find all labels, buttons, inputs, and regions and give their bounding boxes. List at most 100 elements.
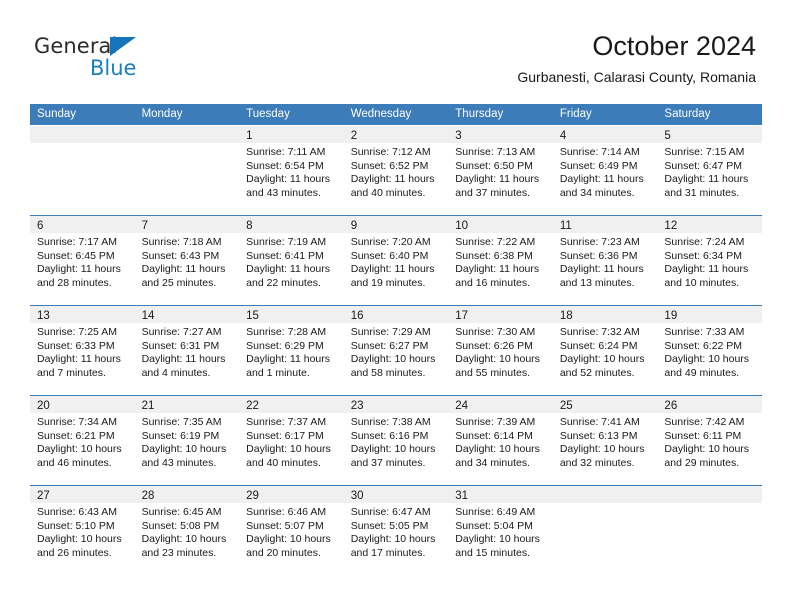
daylight-duration-line1: Daylight: 10 hours (37, 443, 122, 456)
daylight-duration-line1: Daylight: 10 hours (246, 533, 331, 546)
sunrise-time: Sunrise: 7:37 AM (246, 416, 327, 428)
day-info: Sunrise: 7:37 AM Sunset: 6:17 PM Daylight:… (239, 413, 344, 470)
daylight-duration-line1: Daylight: 11 hours (559, 263, 644, 276)
calendar-day-cell[interactable]: 18 Sunrise: 7:32 AM Sunset: 6:24 PM Dayligh… (552, 306, 658, 395)
calendar-week-row: 13 Sunrise: 7:25 AM Sunset: 6:33 PM Dayligh… (30, 305, 762, 395)
day-number-band: 27 (30, 486, 135, 503)
calendar-day-cell[interactable]: 21 Sunrise: 7:35 AM Sunset: 6:19 PM Dayligh… (134, 396, 240, 485)
day-number: 6 (37, 220, 44, 232)
calendar-day-cell[interactable]: 4 Sunrise: 7:14 AM Sunset: 6:49 PM Daylight… (552, 126, 658, 215)
daylight-duration-line2: and 15 minutes. (455, 546, 530, 559)
calendar-day-cell[interactable]: 29 Sunrise: 6:46 AM Sunset: 5:07 PM Dayligh… (239, 486, 344, 575)
calendar-day-cell[interactable]: 8 Sunrise: 7:19 AM Sunset: 6:41 PM Daylight… (239, 216, 344, 305)
day-number: 12 (664, 220, 678, 232)
sunset-time: Sunset: 5:08 PM (141, 519, 220, 532)
calendar-day-cell[interactable]: 31 Sunrise: 6:49 AM Sunset: 5:04 PM Dayligh… (448, 486, 553, 575)
sunrise-time: Sunrise: 7:19 AM (246, 236, 327, 248)
daylight-duration-line2: and 49 minutes. (664, 366, 740, 379)
calendar-day-cell[interactable]: 23 Sunrise: 7:38 AM Sunset: 6:16 PM Dayligh… (343, 396, 449, 485)
calendar-grid: Sunday Monday Tuesday Wednesday Thursday… (30, 104, 762, 575)
calendar-day-cell[interactable]: 22 Sunrise: 7:37 AM Sunset: 6:17 PM Dayligh… (239, 396, 344, 485)
day-info: Sunrise: 7:25 AM Sunset: 6:33 PM Daylight:… (30, 323, 135, 380)
day-number: 10 (455, 220, 469, 232)
sunrise-time: Sunrise: 7:24 AM (664, 236, 745, 248)
day-number: 15 (246, 310, 259, 322)
day-info: Sunrise: 7:39 AM Sunset: 6:14 PM Daylight:… (448, 413, 553, 470)
day-info: Sunrise: 7:18 AM Sunset: 6:43 PM Daylight:… (135, 233, 240, 290)
calendar-day-cell[interactable]: 30 Sunrise: 6:47 AM Sunset: 5:05 PM Dayligh… (343, 486, 449, 575)
calendar-day-cell[interactable]: 5 Sunrise: 7:15 AM Sunset: 6:47 PM Daylight… (657, 126, 762, 215)
calendar-day-cell[interactable]: 17 Sunrise: 7:30 AM Sunset: 6:26 PM Dayligh… (448, 306, 553, 395)
day-number: 29 (246, 490, 259, 502)
day-number-band: 15 (239, 306, 344, 323)
day-number-band: 17 (448, 306, 553, 323)
calendar-day-cell[interactable]: 7 Sunrise: 7:18 AM Sunset: 6:43 PM Daylight… (134, 216, 240, 305)
daylight-duration-line1: Daylight: 10 hours (141, 443, 227, 456)
sunset-time: Sunset: 6:16 PM (350, 429, 429, 442)
sunrise-time: Sunrise: 7:30 AM (455, 326, 536, 338)
daylight-duration-line2: and 34 minutes. (559, 186, 635, 199)
day-info: Sunrise: 7:35 AM Sunset: 6:19 PM Daylight:… (135, 413, 240, 470)
weekday-header-thursday: Thursday (455, 108, 504, 120)
calendar-day-cell[interactable]: 11 Sunrise: 7:23 AM Sunset: 6:36 PM Dayligh… (552, 216, 658, 305)
daylight-duration-line2: and 34 minutes. (455, 456, 530, 469)
daylight-duration-line2: and 37 minutes. (455, 186, 530, 199)
daylight-duration-line1: Daylight: 10 hours (664, 443, 750, 456)
calendar-week-row: 27 Sunrise: 6:43 AM Sunset: 5:10 PM Dayligh… (30, 485, 762, 575)
calendar-day-cell[interactable]: 24 Sunrise: 7:39 AM Sunset: 6:14 PM Dayligh… (448, 396, 553, 485)
title-block: October 2024 Gurbanesti, Calarasi County… (517, 30, 756, 86)
daylight-duration-line2: and 40 minutes. (350, 186, 426, 199)
calendar-day-cell[interactable]: 19 Sunrise: 7:33 AM Sunset: 6:22 PM Dayligh… (657, 306, 762, 395)
daylight-duration-line1: Daylight: 11 hours (455, 173, 540, 186)
daylight-duration-line1: Daylight: 11 hours (246, 263, 330, 276)
day-number: 17 (455, 310, 469, 322)
calendar-day-cell[interactable]: 10 Sunrise: 7:22 AM Sunset: 6:38 PM Dayligh… (448, 216, 553, 305)
day-number-band (134, 126, 240, 143)
day-number: 23 (350, 400, 364, 412)
calendar-day-cell[interactable]: 6 Sunrise: 7:17 AM Sunset: 6:45 PM Daylight… (30, 216, 135, 305)
calendar-day-cell[interactable]: 13 Sunrise: 7:25 AM Sunset: 6:33 PM Dayligh… (30, 306, 135, 395)
daylight-duration-line2: and 58 minutes. (350, 366, 426, 379)
calendar-day-cell[interactable]: 15 Sunrise: 7:28 AM Sunset: 6:29 PM Dayligh… (239, 306, 344, 395)
day-number: 19 (664, 310, 678, 322)
daylight-duration-line2: and 20 minutes. (246, 546, 321, 559)
calendar-day-cell-empty (657, 486, 762, 575)
daylight-duration-line2: and 4 minutes. (141, 366, 211, 379)
calendar-day-cell[interactable]: 1 Sunrise: 7:11 AM Sunset: 6:54 PM Daylight… (239, 126, 344, 215)
calendar-day-cell[interactable]: 27 Sunrise: 6:43 AM Sunset: 5:10 PM Dayligh… (30, 486, 135, 575)
day-number-band: 5 (657, 126, 762, 143)
calendar-day-cell[interactable]: 16 Sunrise: 7:29 AM Sunset: 6:27 PM Dayligh… (343, 306, 449, 395)
day-number: 1 (246, 130, 253, 142)
daylight-duration-line2: and 22 minutes. (246, 276, 321, 289)
calendar-day-cell[interactable]: 26 Sunrise: 7:42 AM Sunset: 6:11 PM Dayligh… (657, 396, 762, 485)
daylight-duration-line1: Daylight: 11 hours (350, 263, 435, 276)
brand-logo[interactable]: General Blue (34, 36, 234, 86)
day-number-band: 7 (134, 216, 240, 233)
daylight-duration-line1: Daylight: 10 hours (559, 443, 645, 456)
day-info: Sunrise: 7:11 AM Sunset: 6:54 PM Daylight:… (239, 143, 344, 200)
weekday-header-saturday: Saturday (664, 108, 711, 120)
sunrise-time: Sunrise: 7:27 AM (141, 326, 222, 338)
day-number-band: 10 (448, 216, 553, 233)
calendar-day-cell[interactable]: 2 Sunrise: 7:12 AM Sunset: 6:52 PM Daylight… (343, 126, 449, 215)
calendar-day-cell[interactable]: 14 Sunrise: 7:27 AM Sunset: 6:31 PM Dayligh… (134, 306, 240, 395)
calendar-day-cell[interactable]: 28 Sunrise: 6:45 AM Sunset: 5:08 PM Dayligh… (134, 486, 240, 575)
day-number: 25 (559, 400, 573, 412)
sunrise-time: Sunrise: 7:20 AM (350, 236, 431, 248)
day-number: 7 (141, 220, 148, 232)
calendar-day-cell[interactable]: 12 Sunrise: 7:24 AM Sunset: 6:34 PM Dayligh… (657, 216, 762, 305)
day-number: 9 (350, 220, 358, 232)
calendar-day-cell[interactable]: 3 Sunrise: 7:13 AM Sunset: 6:50 PM Daylight… (448, 126, 553, 215)
calendar-day-cell[interactable]: 25 Sunrise: 7:41 AM Sunset: 6:13 PM Dayligh… (552, 396, 658, 485)
day-number-band: 25 (552, 396, 658, 413)
calendar-week-row: 6 Sunrise: 7:17 AM Sunset: 6:45 PM Daylight… (30, 215, 762, 305)
day-info: Sunrise: 6:46 AM Sunset: 5:07 PM Daylight:… (239, 503, 344, 560)
day-info: Sunrise: 7:28 AM Sunset: 6:29 PM Daylight:… (239, 323, 344, 380)
sunset-time: Sunset: 6:43 PM (141, 249, 220, 262)
sunset-time: Sunset: 6:17 PM (246, 429, 324, 442)
calendar-day-cell[interactable]: 9 Sunrise: 7:20 AM Sunset: 6:40 PM Daylight… (343, 216, 449, 305)
day-info: Sunrise: 7:33 AM Sunset: 6:22 PM Daylight:… (657, 323, 762, 380)
sunset-time: Sunset: 6:31 PM (141, 339, 220, 352)
calendar-day-cell[interactable]: 20 Sunrise: 7:34 AM Sunset: 6:21 PM Dayligh… (30, 396, 135, 485)
day-number-band: 30 (343, 486, 449, 503)
